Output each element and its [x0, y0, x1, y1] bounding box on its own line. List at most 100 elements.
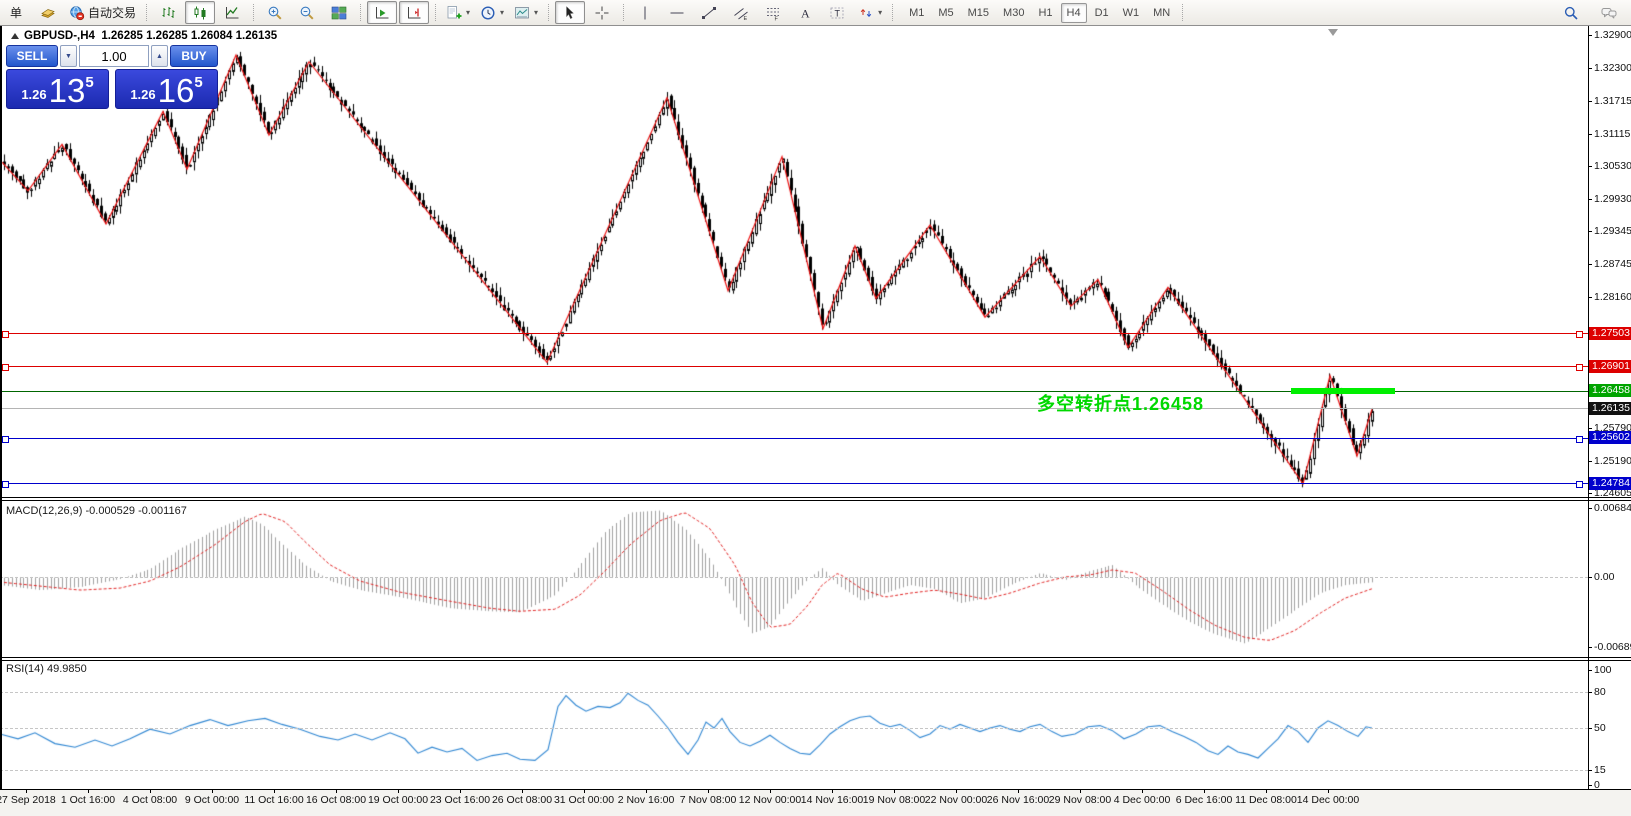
chevron-down-icon[interactable]: ▾	[534, 8, 538, 17]
equidistant-channel-button[interactable]: E	[726, 1, 756, 24]
price-tick-label: 1.32900	[1594, 29, 1631, 41]
timeframe-bar: M1M5M15M30H1H4D1W1MN	[902, 3, 1177, 23]
line-anchor[interactable]	[1576, 436, 1583, 443]
horizontal-level-line[interactable]	[0, 483, 1588, 484]
collapse-panel-icon[interactable]	[11, 33, 19, 39]
indicators-icon	[446, 5, 462, 21]
zoom-out-button[interactable]	[292, 1, 322, 24]
timeframe-h1[interactable]: H1	[1032, 3, 1058, 23]
chevron-down-icon[interactable]: ▾	[466, 8, 470, 17]
rsi-pane-separator-2	[0, 660, 1631, 661]
time-tick-mark	[150, 789, 151, 793]
rsi-name: RSI(14)	[6, 663, 44, 675]
candlestick-button[interactable]	[185, 1, 215, 24]
timeframe-m30[interactable]: M30	[997, 3, 1030, 23]
macd-signal-value: -0.001167	[138, 505, 187, 517]
periods-button[interactable]: ▾	[476, 1, 508, 24]
horizontal-line-button[interactable]	[662, 1, 692, 24]
chat-button[interactable]	[1594, 1, 1624, 24]
toolbar-separator	[548, 4, 549, 21]
indicators-button[interactable]: ▾	[442, 1, 474, 24]
timeframe-m1[interactable]: M1	[903, 3, 930, 23]
line-anchor[interactable]	[1576, 331, 1583, 338]
fibonacci-button[interactable]: F	[758, 1, 788, 24]
chevron-down-icon[interactable]: ▾	[500, 8, 504, 17]
time-tick-mark	[212, 789, 213, 793]
text-button[interactable]: A	[790, 1, 820, 24]
tile-windows-button[interactable]	[324, 1, 354, 24]
volume-input[interactable]	[79, 45, 149, 67]
time-tick-mark	[1142, 789, 1143, 793]
arrows-button[interactable]: ▾	[854, 1, 886, 24]
timeframe-mn[interactable]: MN	[1147, 3, 1176, 23]
timeframe-h4[interactable]: H4	[1061, 3, 1087, 23]
price-tick-mark	[1588, 728, 1592, 729]
buy-price-box[interactable]: 1.26 16 5	[115, 69, 218, 109]
line-anchor[interactable]	[2, 364, 9, 371]
horizontal-level-line[interactable]	[0, 366, 1588, 367]
crosshair-button[interactable]	[587, 1, 617, 24]
line-chart-button[interactable]	[217, 1, 247, 24]
timeframe-w1[interactable]: W1	[1117, 3, 1146, 23]
buy-button[interactable]: BUY	[170, 45, 218, 67]
price-tick-label: 1.25190	[1594, 455, 1631, 467]
auto-scroll-button[interactable]	[367, 1, 397, 24]
macd-pane-separator[interactable]	[0, 497, 1631, 498]
horizontal-level-line[interactable]	[0, 438, 1588, 439]
templates-button[interactable]: ▾	[510, 1, 542, 24]
candlestick-icon	[192, 5, 208, 21]
rsi-pane-separator[interactable]	[0, 657, 1631, 658]
price-tick-mark	[1588, 692, 1592, 693]
line-anchor[interactable]	[1576, 364, 1583, 371]
price-tick-label: 1.31715	[1594, 95, 1631, 107]
time-tick-mark	[832, 789, 833, 793]
sell-button[interactable]: SELL	[6, 45, 58, 67]
horizontal-level-line[interactable]	[0, 333, 1588, 334]
timeframe-m15[interactable]: M15	[962, 3, 995, 23]
line-anchor[interactable]	[1576, 481, 1583, 488]
rsi-value: 49.9850	[47, 663, 87, 675]
book-icon	[40, 5, 56, 21]
rsi-level-line	[0, 770, 1588, 771]
macd-pane-separator-2	[0, 500, 1631, 501]
price-tick-label: 50	[1594, 722, 1606, 734]
time-tick-mark	[646, 789, 647, 793]
volume-increase-button[interactable]: ▲	[151, 45, 168, 67]
chart-title: GBPUSD-,H4 1.26285 1.26285 1.26084 1.261…	[24, 30, 277, 42]
new-order-button[interactable]: 单	[1, 1, 31, 24]
time-tick-mark	[1266, 789, 1267, 793]
chevron-down-icon[interactable]: ▾	[878, 8, 882, 17]
search-button[interactable]	[1556, 1, 1586, 24]
line-anchor[interactable]	[2, 481, 9, 488]
time-tick-mark	[708, 789, 709, 793]
highlight-trend-bar[interactable]	[1291, 388, 1395, 394]
time-tick-mark	[522, 789, 523, 793]
macd-main-value: -0.000529	[85, 505, 135, 517]
price-tick-mark	[1588, 647, 1592, 648]
toolbar-separator	[892, 4, 893, 21]
time-tick-mark	[894, 789, 895, 793]
chart-shift-button[interactable]	[399, 1, 429, 24]
svg-text:F: F	[775, 16, 779, 21]
price-tick-label: 1.28745	[1594, 258, 1631, 270]
line-anchor[interactable]	[2, 436, 9, 443]
zoom-in-button[interactable]	[260, 1, 290, 24]
bar-chart-button[interactable]	[153, 1, 183, 24]
macd-zero-line	[0, 577, 1588, 578]
chart-shift-marker[interactable]	[1328, 29, 1338, 36]
mt4-terminal: 单 自动交易 ▾ ▾ ▾ E F AT ▾ M1M5M15M30H1H4D1W1MN GBPUS…	[0, 0, 1631, 816]
expert-advisor-button[interactable]	[33, 1, 63, 24]
trendline-button[interactable]	[694, 1, 724, 24]
vertical-line-button[interactable]	[630, 1, 660, 24]
text-label-button[interactable]: T	[822, 1, 852, 24]
price-tick-mark	[1588, 670, 1592, 671]
price-tick-mark	[1588, 461, 1592, 462]
autotrading-button[interactable]: 自动交易	[65, 1, 140, 24]
sell-price-box[interactable]: 1.26 13 5	[6, 69, 109, 109]
line-anchor[interactable]	[2, 331, 9, 338]
timeframe-m5[interactable]: M5	[932, 3, 959, 23]
timeframe-d1[interactable]: D1	[1089, 3, 1115, 23]
chart-annotation-text[interactable]: 多空转折点1.26458	[1037, 390, 1204, 416]
cursor-button[interactable]	[555, 1, 585, 24]
volume-decrease-button[interactable]: ▼	[60, 45, 77, 67]
